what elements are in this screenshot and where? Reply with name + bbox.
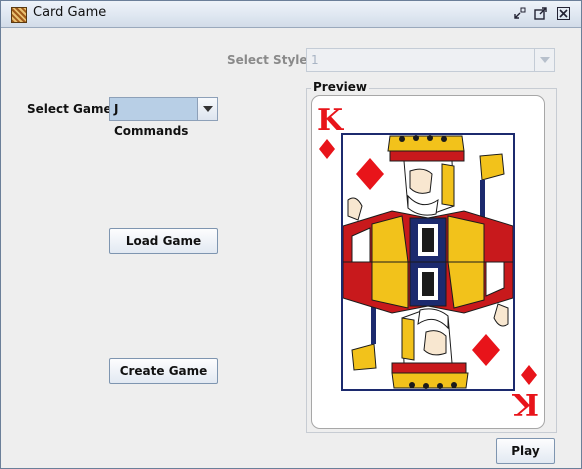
select-style-label: Select Style <box>227 53 308 67</box>
king-face-icon <box>343 135 513 389</box>
select-game-combo[interactable]: J Commands <box>109 97 218 138</box>
minimize-icon[interactable] <box>513 7 526 20</box>
card-game-app-icon <box>11 7 27 23</box>
create-game-button[interactable]: Create Game <box>109 358 218 384</box>
card-preview-king-of-diamonds: K K <box>311 95 545 429</box>
preview-legend: Preview <box>311 80 370 94</box>
corner-diamond-bottom-icon <box>521 365 537 385</box>
window-title: Card Game <box>33 5 107 20</box>
chevron-down-icon[interactable] <box>197 98 217 120</box>
card-rank-bottom: K <box>512 386 539 421</box>
chevron-down-icon <box>534 49 554 71</box>
select-style-combo: 1 <box>306 48 555 72</box>
title-bar[interactable]: Card Game <box>1 1 581 28</box>
corner-diamond-top-icon <box>319 139 335 159</box>
load-game-button[interactable]: Load Game <box>109 228 218 254</box>
play-button[interactable]: Play <box>496 438 555 464</box>
select-game-value: J Commands <box>110 98 197 138</box>
card-game-window: Card Game Select Style 1 Select Game J C… <box>0 0 582 469</box>
select-game-label: Select Game <box>27 102 112 116</box>
close-icon[interactable] <box>557 7 570 20</box>
card-rank-top: K <box>317 103 344 138</box>
select-style-value: 1 <box>311 53 319 67</box>
maximize-icon[interactable] <box>534 7 547 20</box>
